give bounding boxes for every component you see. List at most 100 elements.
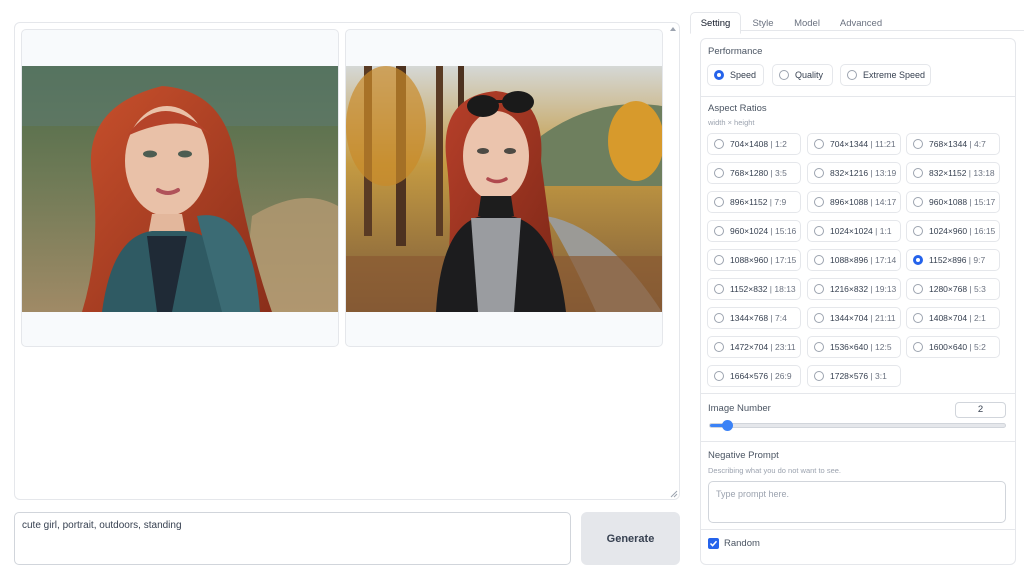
aspect-ratio-option[interactable]: 1728×576 | 3:1 [807,365,901,387]
aspect-ratio-ratio: 15:16 [775,226,797,236]
image-number-label: Image Number [708,403,771,414]
aspect-ratio-ratio: 7:9 [774,197,787,207]
aspect-ratio-ratio: 3:5 [775,168,787,178]
radio-icon [913,226,923,236]
aspect-ratio-option[interactable]: 1088×960 | 17:15 [707,249,801,271]
aspect-ratio-separator: | [768,371,775,381]
checkmark-icon [709,540,718,547]
aspect-ratio-option[interactable]: 896×1152 | 7:9 [707,191,801,213]
aspect-ratio-option[interactable]: 1344×704 | 21:11 [807,307,901,329]
tab-model[interactable]: Model [786,12,828,34]
aspect-ratio-section: Aspect Ratios width × height 704×1408 | … [700,96,1016,393]
aspect-ratio-ratio: 5:3 [974,284,986,294]
aspect-ratio-option[interactable]: 960×1024 | 15:16 [707,220,801,242]
aspect-ratio-separator: | [967,284,974,294]
tab-advanced[interactable]: Advanced [833,12,889,34]
random-section: Random [700,529,1016,563]
aspect-ratio-sublabel: width × height [708,118,755,127]
aspect-ratio-resolution: 960×1088 [929,197,968,207]
radio-icon [814,226,824,236]
image-gallery [14,22,680,500]
scroll-up-icon[interactable] [670,27,676,31]
image-number-slider[interactable] [709,420,1006,431]
image-number-input[interactable]: 2 [955,402,1006,418]
radio-icon [714,255,724,265]
radio-icon [913,139,923,149]
aspect-ratio-option[interactable]: 768×1280 | 3:5 [707,162,801,184]
aspect-ratio-separator: | [967,313,974,323]
aspect-ratio-resolution: 1344×704 [830,313,869,323]
aspect-ratio-separator: | [966,168,974,178]
aspect-ratio-option[interactable]: 704×1344 | 11:21 [807,133,901,155]
aspect-ratio-resolution: 1152×832 [730,284,768,294]
aspect-ratio-ratio: 3:1 [875,371,887,381]
radio-icon [814,342,824,352]
random-label: Random [724,538,760,549]
aspect-ratio-option[interactable]: 1024×960 | 16:15 [906,220,1000,242]
image-number-section: Image Number 2 [700,393,1016,441]
aspect-ratio-ratio: 23:11 [775,342,796,352]
aspect-ratio-option[interactable]: 1408×704 | 2:1 [906,307,1000,329]
aspect-ratio-resolution: 1152×896 [929,255,967,265]
aspect-ratio-resolution: 1088×960 [730,255,769,265]
aspect-ratio-option[interactable]: 1664×576 | 26:9 [707,365,801,387]
performance-extreme-speed[interactable]: Extreme Speed [840,64,931,86]
random-checkbox[interactable] [708,538,719,549]
aspect-ratio-option[interactable]: 960×1088 | 15:17 [906,191,1000,213]
aspect-ratio-option[interactable]: 1024×1024 | 1:1 [807,220,901,242]
tab-style[interactable]: Style [743,12,783,34]
aspect-ratio-option[interactable]: 1088×896 | 17:14 [807,249,901,271]
aspect-ratio-option[interactable]: 1600×640 | 5:2 [906,336,1000,358]
aspect-ratio-option[interactable]: 1152×896 | 9:7 [906,249,1000,271]
aspect-ratio-option[interactable]: 1344×768 | 7:4 [707,307,801,329]
negative-prompt-input[interactable]: Type prompt here. [708,481,1006,523]
radio-icon [814,168,824,178]
prompt-input[interactable]: cute girl, portrait, outdoors, standing [14,512,571,565]
aspect-ratio-resolution: 832×1152 [929,168,967,178]
slider-thumb[interactable] [722,420,733,431]
aspect-ratio-option[interactable]: 1216×832 | 19:13 [807,278,901,300]
aspect-ratio-separator: | [868,139,875,149]
aspect-ratio-resolution: 1088×896 [830,255,869,265]
performance-speed[interactable]: Speed [707,64,764,86]
radio-icon [814,255,824,265]
aspect-ratio-ratio: 14:17 [875,197,897,207]
aspect-ratio-option[interactable]: 1536×640 | 12:5 [807,336,901,358]
aspect-ratio-option[interactable]: 896×1088 | 14:17 [807,191,901,213]
aspect-ratio-option[interactable]: 704×1408 | 1:2 [707,133,801,155]
aspect-ratio-option[interactable]: 832×1152 | 13:18 [906,162,1000,184]
radio-icon [913,255,923,265]
aspect-ratio-separator: | [967,139,974,149]
gallery-scrollbar[interactable] [667,23,679,499]
aspect-ratio-ratio: 1:2 [775,139,787,149]
aspect-ratio-resolution: 1536×640 [830,342,869,352]
gallery-image-1[interactable] [21,29,339,347]
aspect-ratio-separator: | [868,197,875,207]
aspect-ratio-separator: | [872,226,880,236]
generate-button[interactable]: Generate [581,512,680,565]
aspect-ratio-option[interactable]: 832×1216 | 13:19 [807,162,901,184]
radio-label: Quality [795,70,824,80]
aspect-ratio-option[interactable]: 1472×704 | 23:11 [707,336,801,358]
aspect-ratio-ratio: 13:18 [973,168,995,178]
radio-icon [913,284,923,294]
resize-handle-icon[interactable] [668,488,678,498]
radio-icon [779,70,789,80]
performance-quality[interactable]: Quality [772,64,833,86]
radio-icon [847,70,857,80]
radio-icon [913,168,923,178]
gallery-image-2[interactable] [345,29,663,347]
aspect-ratio-ratio: 9:7 [973,255,986,265]
aspect-ratio-resolution: 704×1408 [730,139,769,149]
aspect-ratio-option[interactable]: 768×1344 | 4:7 [906,133,1000,155]
aspect-ratio-resolution: 1408×704 [929,313,968,323]
aspect-ratio-separator: | [868,255,875,265]
aspect-ratio-resolution: 1600×640 [929,342,968,352]
tab-setting[interactable]: Setting [690,12,741,34]
aspect-ratio-separator: | [768,139,775,149]
radio-icon [714,371,724,381]
aspect-ratio-option[interactable]: 1280×768 | 5:3 [906,278,1000,300]
aspect-ratio-separator: | [967,342,974,352]
aspect-ratio-ratio: 5:2 [974,342,986,352]
aspect-ratio-option[interactable]: 1152×832 | 18:13 [707,278,801,300]
